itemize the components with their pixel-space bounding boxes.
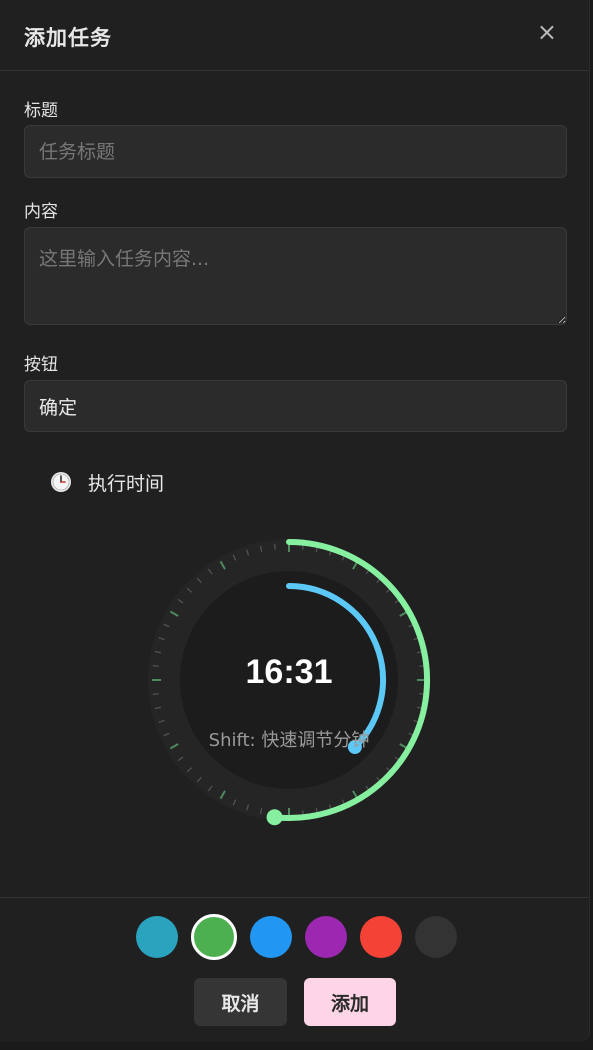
dialog-header: 添加任务 × [0,0,589,71]
time-dial[interactable]: 16:31 Shift: 快速调节分钟 [139,530,439,830]
clock-icon [51,472,71,492]
execution-time-row: 执行时间 [50,468,164,496]
color-swatch[interactable] [250,916,292,958]
color-swatch[interactable] [191,914,237,960]
time-readout: 16:31 [245,653,333,691]
color-swatch[interactable] [305,916,347,958]
minute-handle[interactable] [266,809,283,826]
button-text-input[interactable] [24,380,567,432]
add-button[interactable]: 添加 [304,978,396,1026]
execution-time-label: 执行时间 [88,472,165,495]
add-task-dialog: 添加任务 × 标题 内容 按钮 执行时间 16:31 Shift: 快速调节分钟 [0,0,590,1042]
dialog-footer: 取消 添加 [0,897,589,1042]
content-label: 内容 [24,202,58,222]
dial-tick [274,543,276,550]
title-label: 标题 [24,101,58,121]
color-swatch[interactable] [415,916,457,958]
color-swatch[interactable] [360,916,402,958]
title-input[interactable] [24,125,567,178]
close-button[interactable]: × [537,19,557,45]
color-swatch[interactable] [136,916,178,958]
button-text-label: 按钮 [24,355,58,375]
dial-tick [152,693,159,695]
color-picker [136,914,470,960]
dial-hint-text: Shift: 快速调节分钟 [208,730,370,751]
cancel-button[interactable]: 取消 [194,978,287,1026]
dialog-title: 添加任务 [24,26,112,50]
content-textarea[interactable] [24,227,567,325]
